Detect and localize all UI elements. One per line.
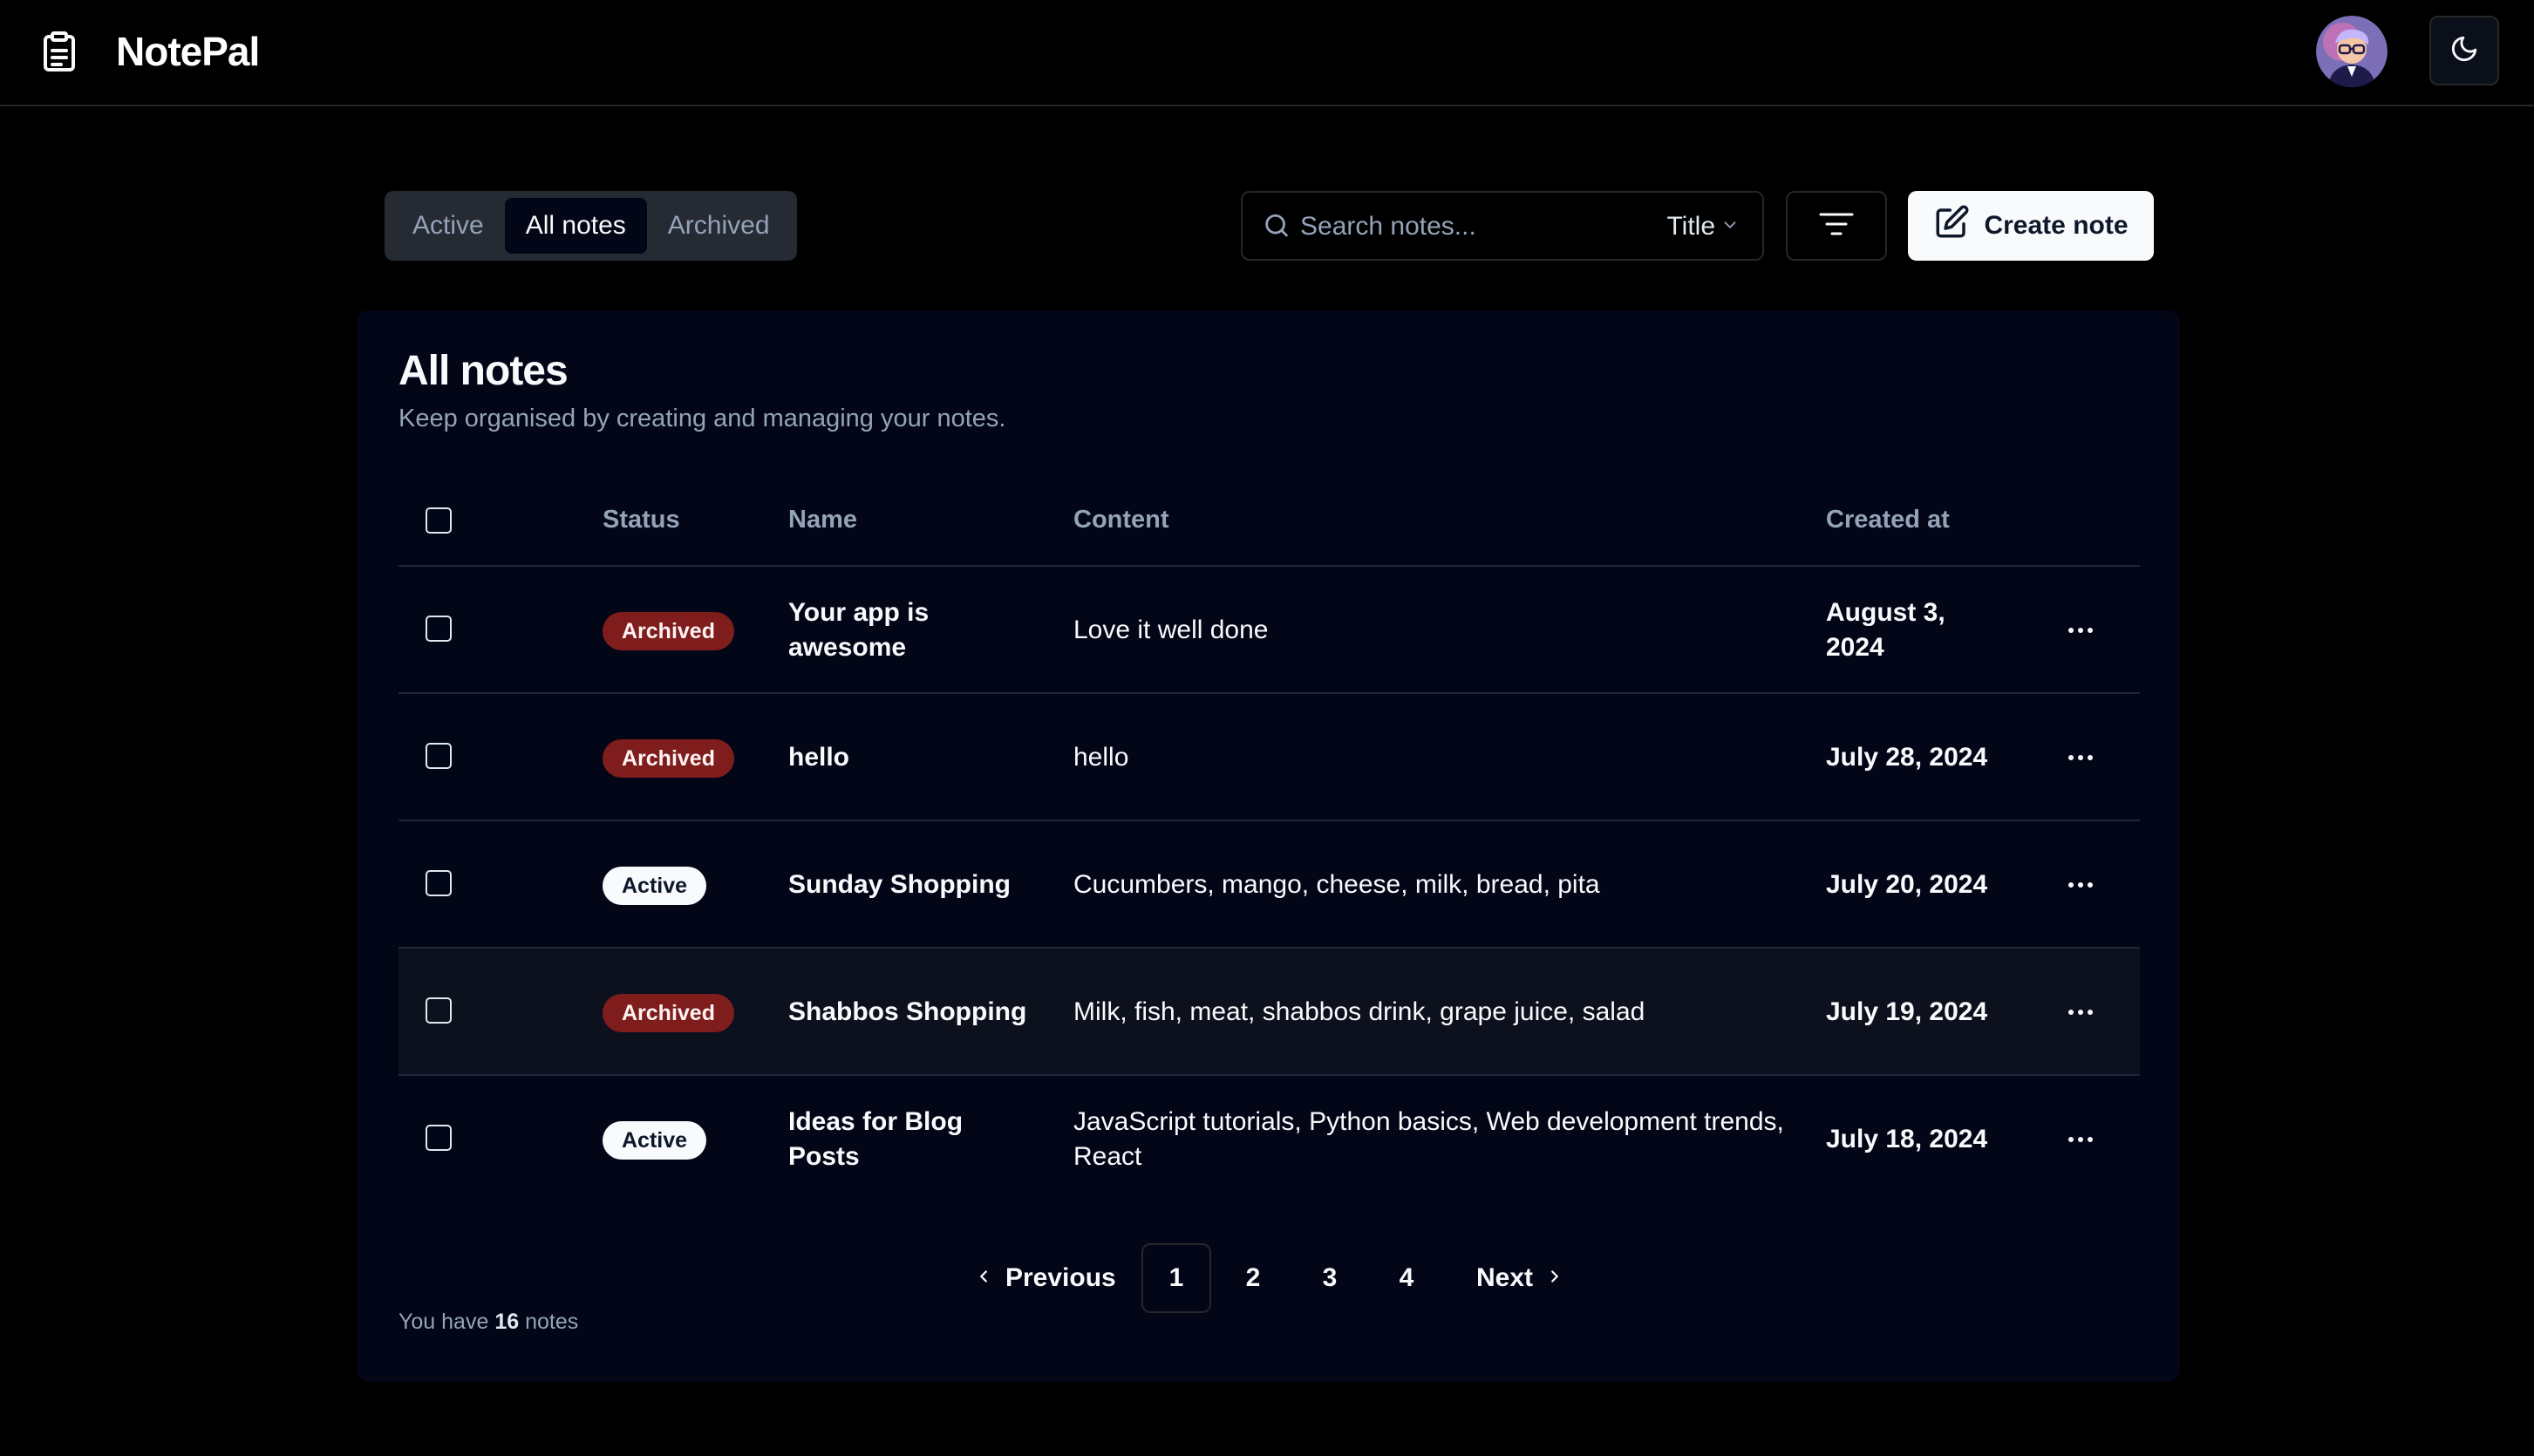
page-description: Keep organised by creating and managing … (398, 405, 1006, 432)
search-box: Title (1241, 191, 1764, 261)
search-input[interactable] (1298, 205, 1651, 248)
table-row[interactable]: Archived hello hello July 28, 2024 (398, 694, 2140, 821)
note-created-at: July 28, 2024 (1826, 743, 1988, 772)
user-avatar[interactable] (2316, 16, 2388, 87)
more-horizontal-icon (2067, 877, 2094, 893)
row-actions-button[interactable] (2061, 1126, 2100, 1153)
chevron-right-icon (1545, 1263, 1564, 1293)
column-header-created-at[interactable]: Created at (1826, 506, 1950, 534)
note-content: Milk, fish, meat, shabbos drink, grape j… (1073, 997, 1645, 1026)
page-3-button[interactable]: 3 (1295, 1243, 1365, 1313)
row-checkbox[interactable] (426, 743, 452, 769)
notes-card: All notes Keep organised by creating and… (357, 310, 2180, 1382)
page-4-button[interactable]: 4 (1372, 1243, 1441, 1313)
previous-page-button[interactable]: Previous (974, 1243, 1116, 1313)
note-name: Ideas for Blog Posts (788, 1107, 964, 1171)
status-badge: Archived (603, 612, 734, 650)
search-field-select[interactable]: Title (1666, 207, 1740, 247)
table-row[interactable]: Archived Shabbos Shopping Milk, fish, me… (398, 949, 2140, 1076)
note-content: Love it well done (1073, 616, 1269, 644)
row-actions-button[interactable] (2061, 745, 2100, 771)
row-actions-button[interactable] (2061, 999, 2100, 1025)
table-row[interactable]: Archived Your app is awesome Love it wel… (398, 567, 2140, 694)
row-checkbox[interactable] (426, 616, 452, 642)
status-badge: Archived (603, 994, 734, 1032)
filter-icon (1818, 210, 1855, 242)
note-content: JavaScript tutorials, Python basics, Web… (1073, 1107, 1784, 1171)
select-all-checkbox[interactable] (426, 507, 452, 534)
notes-count-value: 16 (494, 1310, 520, 1334)
app-title: NotePal (116, 29, 260, 74)
more-horizontal-icon (2067, 750, 2094, 765)
note-name: Sunday Shopping (788, 870, 1011, 899)
page-2-button[interactable]: 2 (1218, 1243, 1288, 1313)
notes-count-text: You have 16 notes (398, 1310, 578, 1335)
top-navbar: NotePal (0, 0, 2534, 106)
more-horizontal-icon (2067, 623, 2094, 638)
edit-icon (1933, 204, 1970, 248)
create-note-button[interactable]: Create note (1908, 191, 2154, 261)
row-actions-button[interactable] (2061, 617, 2100, 643)
theme-toggle-button[interactable] (2429, 16, 2499, 85)
more-horizontal-icon (2067, 1004, 2094, 1020)
table-row[interactable]: Active Ideas for Blog Posts JavaScript t… (398, 1076, 2140, 1203)
create-note-label: Create note (1984, 211, 2129, 240)
status-badge: Active (603, 1121, 707, 1160)
next-label: Next (1476, 1263, 1534, 1292)
chevron-left-icon (974, 1263, 993, 1293)
note-created-at: July 19, 2024 (1826, 997, 1988, 1026)
note-created-at: July 20, 2024 (1826, 870, 1988, 899)
search-icon (1262, 212, 1291, 242)
table-row[interactable]: Active Sunday Shopping Cucumbers, mango,… (398, 821, 2140, 949)
status-badge: Archived (603, 739, 734, 778)
note-name: Your app is awesome (788, 598, 930, 662)
page-title: All notes (398, 348, 569, 394)
row-actions-button[interactable] (2061, 872, 2100, 898)
notes-count-suffix: notes (525, 1310, 579, 1334)
filter-button[interactable] (1786, 191, 1887, 261)
notes-count-prefix: You have (398, 1310, 489, 1334)
tab-archived[interactable]: Archived (647, 198, 791, 254)
note-content: Cucumbers, mango, cheese, milk, bread, p… (1073, 870, 1600, 899)
clipboard-icon (40, 31, 78, 73)
row-checkbox[interactable] (426, 997, 452, 1024)
more-horizontal-icon (2067, 1132, 2094, 1147)
notes-filter-tabs: Active All notes Archived (385, 191, 797, 261)
next-page-button[interactable]: Next (1476, 1243, 1564, 1313)
column-header-content[interactable]: Content (1073, 506, 1169, 534)
row-checkbox[interactable] (426, 1125, 452, 1151)
previous-label: Previous (1005, 1263, 1116, 1292)
row-checkbox[interactable] (426, 870, 452, 896)
status-badge: Active (603, 867, 707, 905)
tab-all-notes[interactable]: All notes (504, 198, 647, 254)
tab-active[interactable]: Active (392, 198, 505, 254)
pagination: Previous 1 2 3 4 Next (357, 1243, 2180, 1313)
search-field-label: Title (1666, 212, 1715, 241)
note-created-at: August 3, 2024 (1826, 598, 1945, 662)
note-name: Shabbos Shopping (788, 997, 1027, 1026)
notes-table: Status Name Content Created at Archived … (398, 476, 2140, 1203)
chevron-down-icon (1720, 212, 1740, 242)
column-header-status[interactable]: Status (603, 506, 680, 534)
page-1-button[interactable]: 1 (1141, 1243, 1211, 1313)
note-name: hello (788, 743, 850, 772)
column-header-name[interactable]: Name (788, 506, 857, 534)
moon-icon (2449, 34, 2479, 68)
note-created-at: July 18, 2024 (1826, 1125, 1988, 1153)
table-header: Status Name Content Created at (398, 476, 2140, 567)
note-content: hello (1073, 743, 1129, 772)
